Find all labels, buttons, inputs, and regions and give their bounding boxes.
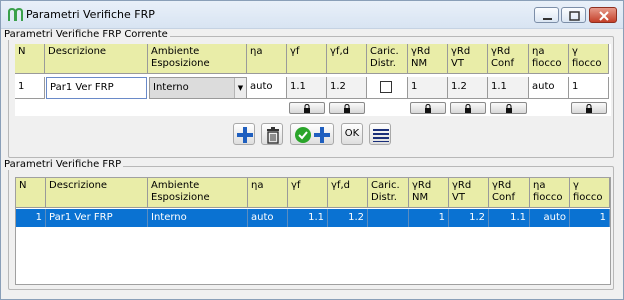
lock-gamma-rd-nm-button[interactable] <box>410 102 446 114</box>
lock-icon <box>586 104 592 113</box>
row-descrizione: Par1 Ver FRP <box>46 209 148 227</box>
row-gamma-rd-nm: 1 <box>409 209 449 227</box>
maximize-button[interactable] <box>561 7 586 23</box>
close-button[interactable] <box>589 7 617 23</box>
header-caric-distr: Caric. Distr. <box>367 44 408 74</box>
row-caric-distr <box>368 209 409 227</box>
delete-button[interactable] <box>261 123 283 145</box>
trash-icon <box>267 127 279 144</box>
caric-distr-checkbox[interactable] <box>380 81 392 93</box>
plus-icon <box>237 127 253 143</box>
lock-icon <box>344 104 350 113</box>
current-gamma-fiocco-field[interactable]: 1 <box>569 77 609 99</box>
ambiente-select[interactable]: Interno ▼ <box>149 77 247 99</box>
header-gamma-rd-conf: γRd Conf <box>488 44 529 74</box>
row-ambiente: Interno <box>148 209 248 227</box>
header-gamma-f: γf <box>287 44 327 74</box>
params-list-grid: N Descrizione Ambiente Esposizione ηa γf… <box>15 177 611 285</box>
list-view-button[interactable] <box>369 123 391 145</box>
header-descrizione: Descrizione <box>45 44 148 74</box>
dialog-window: Parametri Verifiche FRP Parametri Verifi… <box>0 0 624 300</box>
header-gamma-fiocco: γ fiocco <box>569 44 609 74</box>
current-descrizione-field[interactable]: Par1 Ver FRP <box>46 77 147 99</box>
list-header-descrizione[interactable]: Descrizione <box>46 178 148 208</box>
lock-gamma-f-button[interactable] <box>289 102 325 114</box>
add-button[interactable] <box>233 123 255 145</box>
current-n: 1 <box>15 77 45 99</box>
row-eta-a-fiocco: auto <box>530 209 570 227</box>
current-params-grid: N Descrizione Ambiente Esposizione ηa γf… <box>15 44 611 116</box>
row-n: 1 <box>16 209 46 227</box>
window-title: Parametri Verifiche FRP <box>26 8 155 21</box>
close-icon <box>599 11 609 21</box>
confirm-add-button[interactable] <box>290 123 334 145</box>
current-eta-a-field[interactable]: auto <box>247 77 287 99</box>
header-eta-a-fiocco: ηa fiocco <box>529 44 569 74</box>
list-header-ambiente[interactable]: Ambiente Esposizione <box>148 178 248 208</box>
row-eta-a: auto <box>248 209 288 227</box>
current-gamma-fd-field[interactable]: 1.2 <box>327 77 367 99</box>
list-header-n[interactable]: N <box>16 178 46 208</box>
lock-gamma-rd-vt-button[interactable] <box>450 102 486 114</box>
header-n: N <box>15 44 45 74</box>
ok-button-label: OK <box>344 128 360 139</box>
list-header-eta-a[interactable]: ηa <box>248 178 288 208</box>
ok-button[interactable]: OK <box>341 123 363 145</box>
header-ambiente: Ambiente Esposizione <box>148 44 247 74</box>
current-gamma-f-field[interactable]: 1.1 <box>287 77 327 99</box>
caric-distr-cell <box>367 77 408 99</box>
title-bar[interactable]: Parametri Verifiche FRP <box>1 1 623 29</box>
list-header-gamma-rd-conf[interactable]: γRd Conf <box>489 178 530 208</box>
lock-icon <box>425 104 431 113</box>
header-gamma-fd: γf,d <box>327 44 367 74</box>
header-eta-a: ηa <box>247 44 287 74</box>
lock-icon <box>304 104 310 113</box>
current-gamma-rd-conf-field[interactable]: 1.1 <box>488 77 529 99</box>
lock-icon <box>465 104 471 113</box>
list-header-gamma-f[interactable]: γf <box>288 178 328 208</box>
row-gamma-rd-vt: 1.2 <box>449 209 489 227</box>
app-icon <box>8 8 23 21</box>
current-gamma-rd-vt-field[interactable]: 1.2 <box>448 77 488 99</box>
list-lines-icon <box>373 129 389 142</box>
lock-gamma-fiocco-button[interactable] <box>571 102 607 114</box>
current-params-label: Parametri Verifiche FRP Corrente <box>2 29 170 40</box>
lock-icon <box>505 104 512 113</box>
minimize-button[interactable] <box>534 7 559 23</box>
params-list-label: Parametri Verifiche FRP <box>2 159 124 170</box>
list-header-gamma-fiocco[interactable]: γ fiocco <box>570 178 610 208</box>
row-gamma-fiocco: 1 <box>570 209 610 227</box>
minimize-icon <box>543 18 552 20</box>
list-header-gamma-rd-nm[interactable]: γRd NM <box>409 178 449 208</box>
current-eta-a-fiocco-field[interactable]: auto <box>529 77 569 99</box>
maximize-icon <box>569 11 580 21</box>
check-plus-icon <box>295 127 330 143</box>
lock-gamma-fd-button[interactable] <box>329 102 365 114</box>
lock-gamma-rd-conf-button[interactable] <box>490 102 527 114</box>
list-header-gamma-fd[interactable]: γf,d <box>328 178 368 208</box>
current-gamma-rd-nm-field[interactable]: 1 <box>408 77 448 99</box>
header-gamma-rd-vt: γRd VT <box>448 44 488 74</box>
row-gamma-f: 1.1 <box>288 209 328 227</box>
ambiente-select-value: Interno <box>153 82 189 93</box>
chevron-down-icon[interactable]: ▼ <box>234 78 246 98</box>
header-gamma-rd-nm: γRd NM <box>408 44 448 74</box>
row-gamma-fd: 1.2 <box>328 209 368 227</box>
list-header-eta-a-fiocco[interactable]: ηa fiocco <box>530 178 570 208</box>
list-header-caric-distr[interactable]: Caric. Distr. <box>368 178 409 208</box>
list-header-gamma-rd-vt[interactable]: γRd VT <box>449 178 489 208</box>
row-gamma-rd-conf: 1.1 <box>489 209 530 227</box>
